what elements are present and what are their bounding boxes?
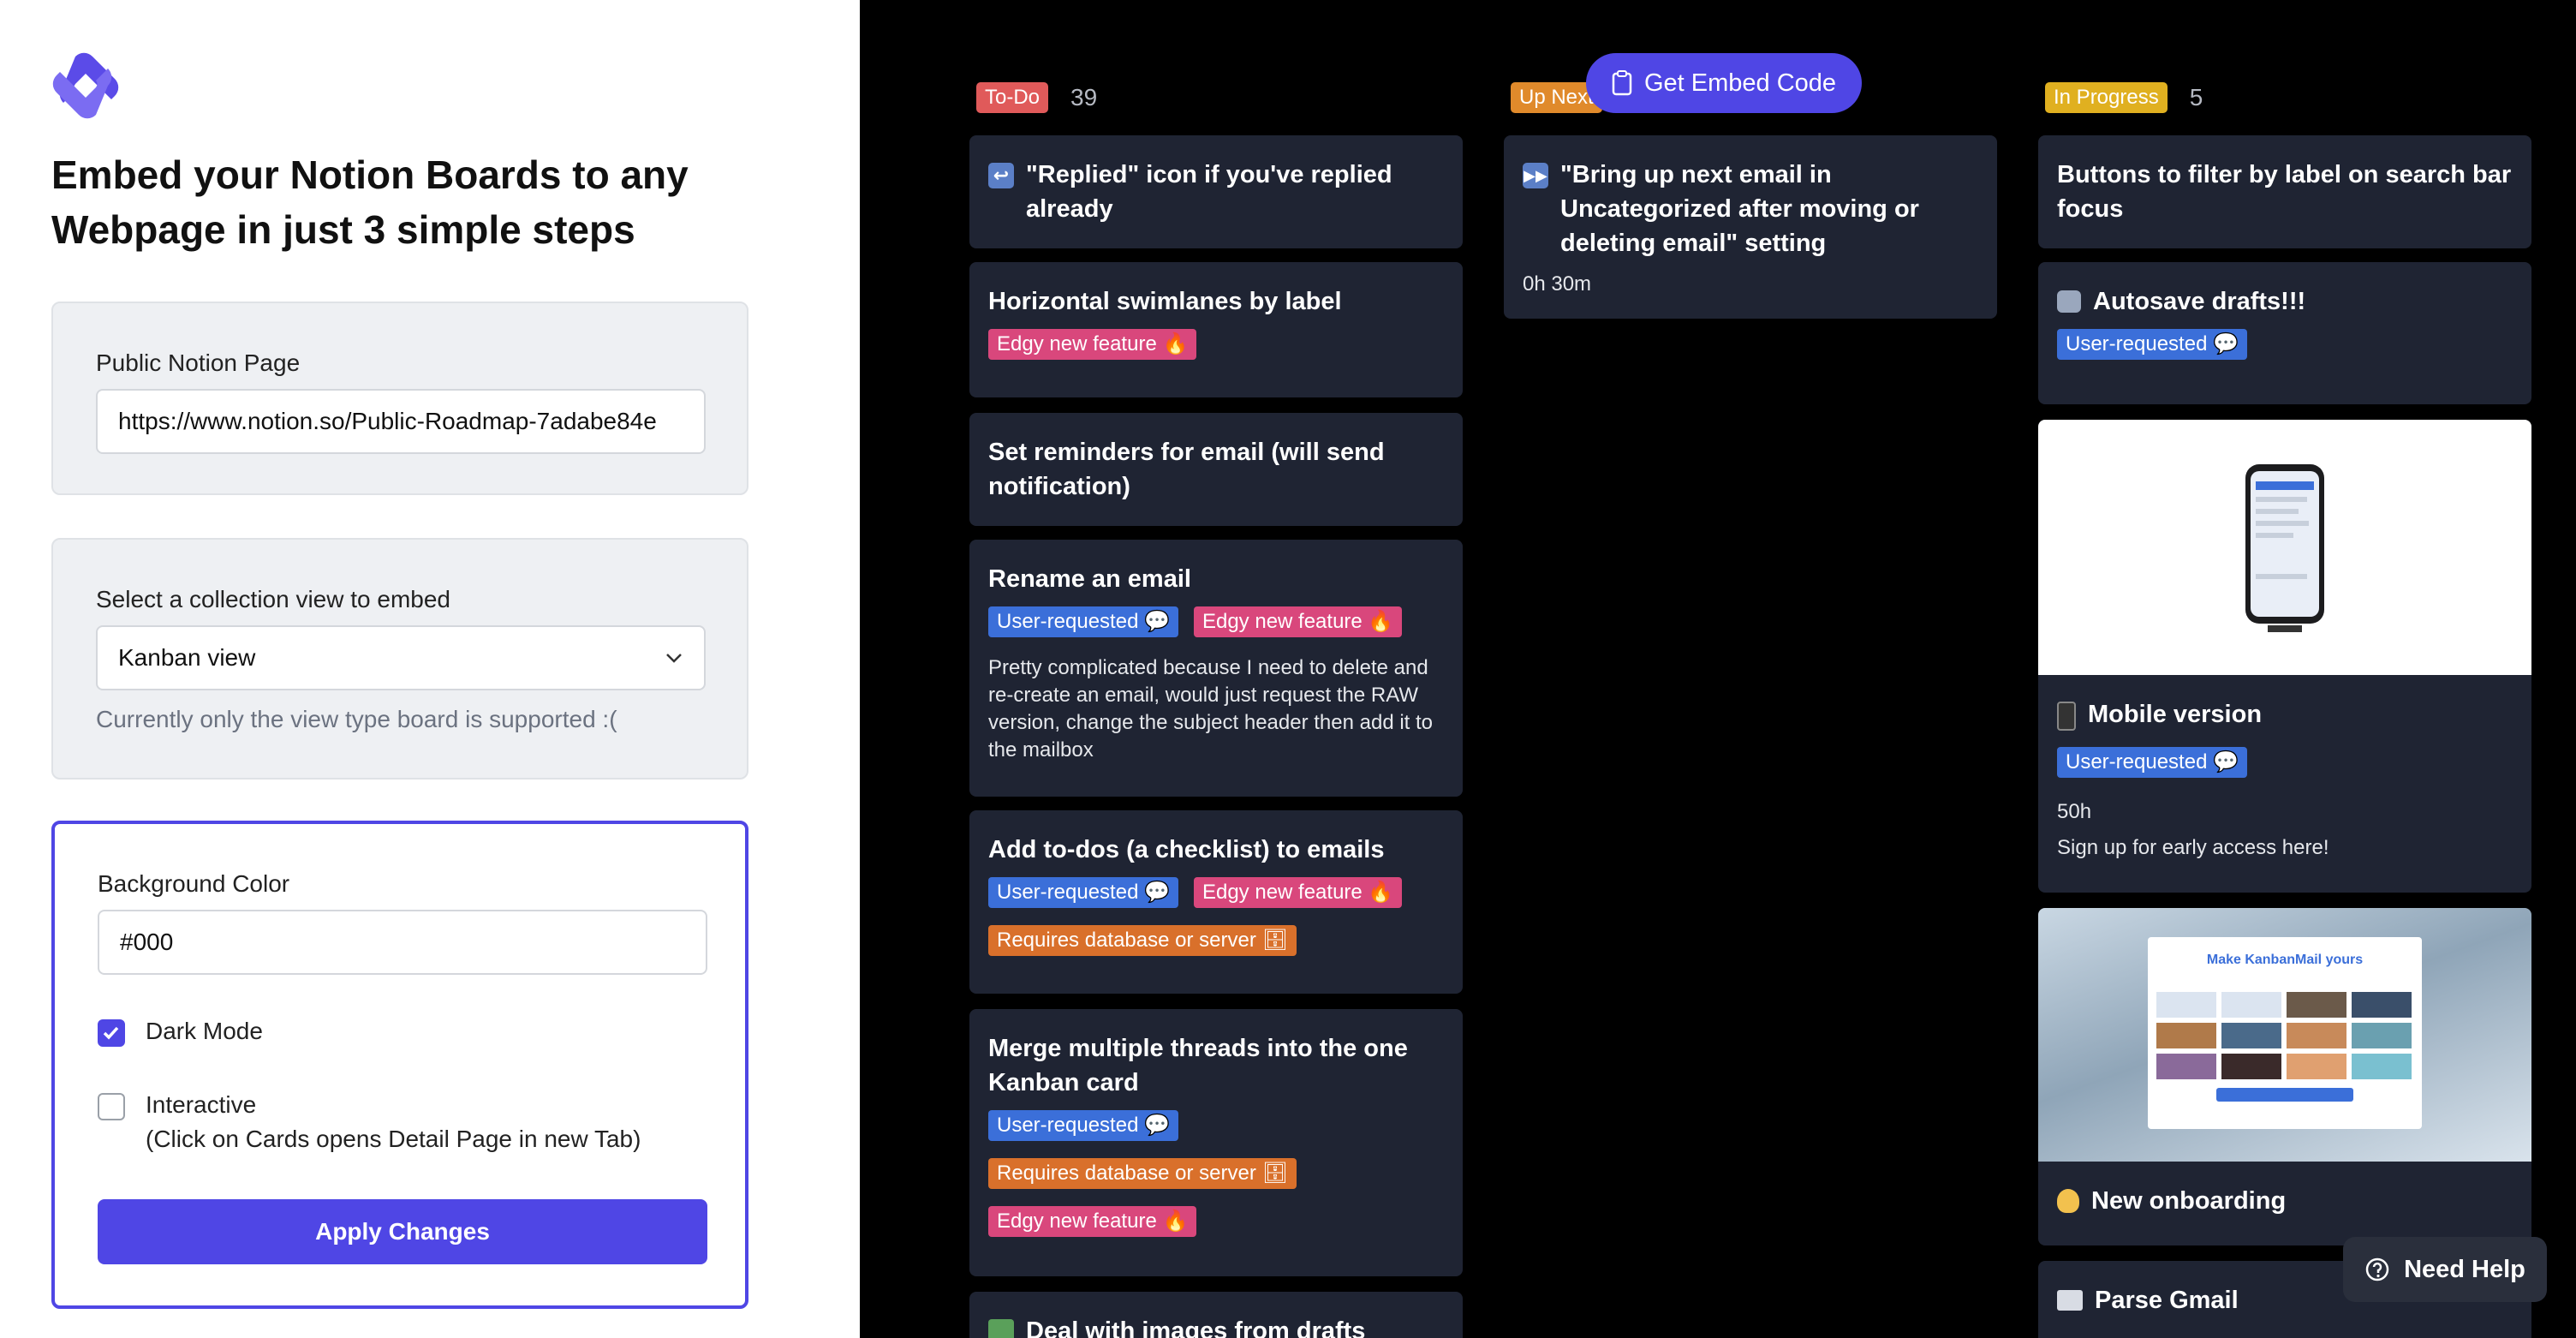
card-todo-images-drafts[interactable]: Deal with images from drafts [969, 1292, 1463, 1338]
view-support-hint: Currently only the view type board is su… [96, 706, 617, 732]
onboarding-screen-mockup: Make KanbanMail yours [2148, 937, 2422, 1129]
need-help-label: Need Help [2404, 1255, 2525, 1283]
card-link-text: Sign up for early access here! [2057, 836, 2329, 859]
headline-line-1: Embed your Notion Boards to any [51, 152, 689, 197]
card-tags: User-requested 💬 [2057, 329, 2513, 377]
tag-user-requested: User-requested 💬 [988, 877, 1178, 908]
card-tags: User-requested 💬 Requires database or se… [988, 1110, 1444, 1254]
card-upnext-bring-next-email[interactable]: ▶▶ "Bring up next email in Uncategorized… [1504, 135, 1997, 319]
mobile-phone-icon [2057, 702, 2076, 731]
kanban-board: To-Do 39 Up Next In Progress 5 ↩ "Replie… [860, 0, 2576, 1338]
tag-user-requested: User-requested 💬 [988, 606, 1178, 637]
card-title: Deal with images from drafts [988, 1314, 1444, 1338]
card-todo-rename-email[interactable]: Rename an email User-requested 💬 Edgy ne… [969, 540, 1463, 797]
card-title: ▶▶ "Bring up next email in Uncategorized… [1523, 161, 1919, 257]
collection-view-card: Select a collection view to embed Kanban… [51, 538, 748, 780]
card-todo-checklist[interactable]: Add to-dos (a checklist) to emails User-… [969, 810, 1463, 994]
status-tag-todo: To-Do [976, 82, 1049, 113]
card-todo-replied-icon[interactable]: ↩ "Replied" icon if you've replied alrea… [969, 135, 1463, 248]
notion-url-input[interactable]: https://www.notion.so/Public-Roadmap-7ad… [96, 389, 706, 454]
column-count-inprogress: 5 [2189, 84, 2203, 111]
card-progress-filter-buttons[interactable]: Buttons to filter by label on search bar… [2038, 135, 2531, 248]
question-circle-icon [2365, 1257, 2389, 1281]
notion-page-card: Public Notion Page https://www.notion.so… [51, 302, 748, 495]
card-title: Horizontal swimlanes by label [988, 288, 1342, 315]
page-title: Embed your Notion Boards to any Webpage … [51, 147, 822, 257]
card-title: Autosave drafts!!! [2057, 284, 2513, 319]
tag-user-requested: User-requested 💬 [988, 1110, 1178, 1141]
notion-page-label: Public Notion Page [96, 349, 301, 376]
tag-edgy-new-feature: Edgy new feature 🔥 [1193, 606, 1403, 637]
get-embed-code-button[interactable]: Get Embed Code [1586, 53, 1862, 113]
chevron-down-icon [666, 654, 682, 663]
robot-icon [2057, 290, 2081, 313]
card-todo-reminders[interactable]: Set reminders for email (will send notif… [969, 413, 1463, 526]
tag-requires-database: Requires database or server 🗄 [988, 925, 1297, 956]
card-estimate: 50h [2057, 800, 2092, 823]
interactive-sublabel: (Click on Cards opens Detail Page in new… [146, 1126, 641, 1152]
card-description: Pretty complicated because I need to del… [988, 656, 1434, 762]
tag-user-requested: User-requested 💬 [2057, 747, 2247, 778]
tag-requires-database: Requires database or server 🗄 [988, 1158, 1297, 1189]
column-header-inprogress: In Progress 5 [2045, 81, 2203, 115]
card-title: Rename an email [988, 565, 1191, 593]
card-title: ↩ "Replied" icon if you've replied alrea… [988, 158, 1444, 226]
embed-settings-panel: Embed your Notion Boards to any Webpage … [0, 0, 860, 1338]
tag-user-requested: User-requested 💬 [2057, 329, 2247, 360]
interactive-checkbox[interactable] [98, 1093, 125, 1120]
clipboard-icon [1612, 70, 1632, 96]
card-tags: User-requested 💬 Edgy new feature 🔥 [988, 606, 1444, 654]
collection-view-select[interactable]: Kanban view [96, 625, 706, 690]
apply-changes-button[interactable]: Apply Changes [98, 1199, 707, 1264]
phone-mockup-icon [2245, 464, 2324, 632]
collection-view-label: Select a collection view to embed [96, 586, 450, 612]
dark-mode-checkbox[interactable] [98, 1019, 125, 1047]
wallpaper-grid-icon [2156, 992, 2412, 1102]
picture-icon [988, 1319, 1014, 1338]
card-tags: User-requested 💬 [2057, 747, 2513, 795]
background-color-input[interactable]: #000 [98, 910, 707, 975]
mobile-cover-image [2038, 420, 2531, 675]
checkmark-icon [103, 1026, 119, 1040]
onboarding-heading: Make KanbanMail yours [2206, 953, 2364, 967]
collection-view-selected: Kanban view [118, 644, 256, 671]
card-title: Merge multiple threads into the one Kanb… [988, 1035, 1408, 1096]
tag-edgy-new-feature: Edgy new feature 🔥 [988, 1206, 1197, 1237]
card-title: Add to-dos (a checklist) to emails [988, 836, 1385, 863]
dark-mode-label: Dark Mode [146, 1018, 263, 1044]
onboarding-cover-image: Make KanbanMail yours [2038, 908, 2531, 1162]
tag-edgy-new-feature: Edgy new feature 🔥 [1193, 877, 1403, 908]
card-todo-merge-threads[interactable]: Merge multiple threads into the one Kanb… [969, 1009, 1463, 1276]
get-embed-code-label: Get Embed Code [1643, 69, 1837, 97]
card-progress-mobile-version[interactable]: Mobile version User-requested 💬 50h Sign… [2038, 420, 2531, 893]
app-logo-icon [52, 52, 119, 119]
card-todo-swimlanes[interactable]: Horizontal swimlanes by label Edgy new f… [969, 262, 1463, 397]
appearance-card: Background Color #000 Dark Mode Interact… [51, 821, 748, 1309]
tag-edgy-new-feature: Edgy new feature 🔥 [988, 329, 1197, 360]
card-progress-autosave[interactable]: Autosave drafts!!! User-requested 💬 [2038, 262, 2531, 404]
card-tags: User-requested 💬 Edgy new feature 🔥 Requ… [988, 877, 1434, 973]
card-title: Buttons to filter by label on search bar… [2057, 161, 2512, 223]
fast-forward-icon: ▶▶ [1523, 163, 1548, 188]
card-tags: Edgy new feature 🔥 [988, 329, 1444, 377]
card-title: Set reminders for email (will send notif… [988, 439, 1385, 500]
return-arrow-icon: ↩ [988, 163, 1014, 188]
waving-hand-icon [2057, 1189, 2079, 1213]
card-title: Mobile version [2057, 697, 2513, 732]
status-tag-inprogress: In Progress [2045, 82, 2168, 113]
headline-line-2: Webpage in just 3 simple steps [51, 207, 635, 252]
card-title: New onboarding [2057, 1184, 2513, 1218]
need-help-button[interactable]: Need Help [2343, 1237, 2547, 1302]
interactive-label: Interactive [146, 1091, 257, 1118]
card-index-icon [2057, 1290, 2083, 1311]
column-count-todo: 39 [1070, 84, 1098, 111]
background-color-label: Background Color [98, 870, 290, 897]
card-progress-onboarding[interactable]: Make KanbanMail yours New onboarding [2038, 908, 2531, 1245]
column-header-todo: To-Do 39 [976, 81, 1097, 115]
card-estimate: 0h 30m [1523, 272, 1592, 296]
